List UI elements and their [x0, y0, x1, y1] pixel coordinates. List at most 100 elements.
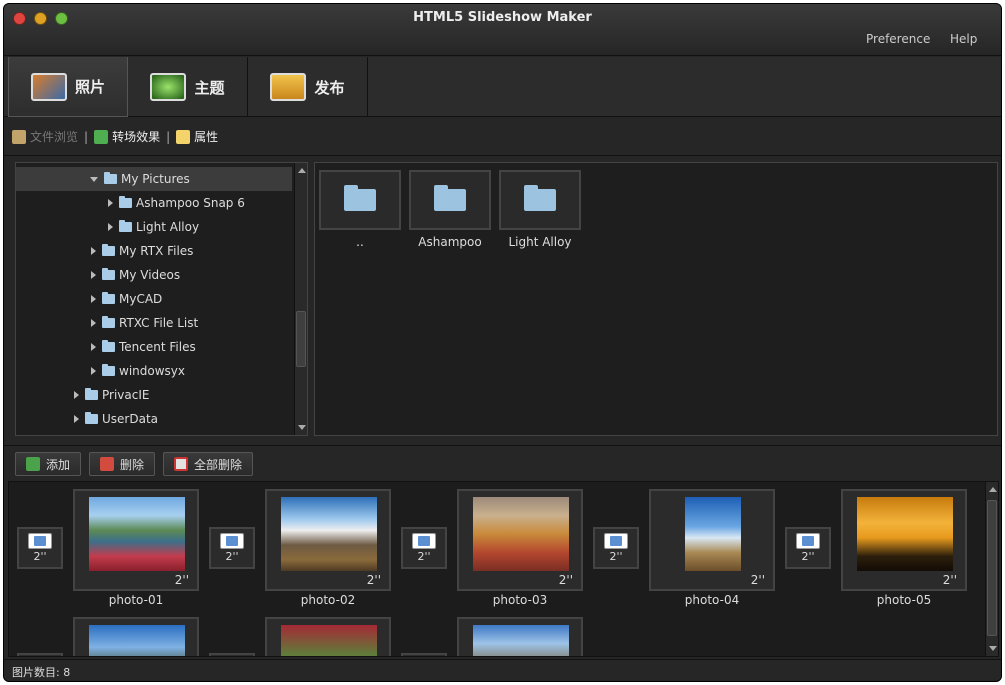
delete-button-label: 删除 [120, 457, 145, 472]
tree-item-userdata[interactable]: UserData [16, 407, 292, 431]
transition-slot[interactable] [401, 653, 447, 656]
slide-photo [89, 625, 185, 656]
tree-item-label: MyCAD [119, 292, 163, 306]
expand-arrow-icon[interactable] [91, 271, 96, 279]
slide-thumbnail[interactable]: 2'' [265, 489, 391, 591]
add-button[interactable]: 添加 [15, 452, 82, 476]
folder-tree: My Pictures Ashampoo Snap 6 Light Alloy … [15, 162, 308, 436]
transition-duration: 2'' [801, 550, 815, 563]
panel-splitter[interactable] [4, 438, 1001, 446]
delete-button[interactable]: 删除 [89, 452, 156, 476]
subtab-properties[interactable]: 属性 [176, 128, 218, 145]
transition-slot[interactable]: 2'' [593, 527, 639, 569]
strip-scroll-thumb[interactable] [987, 500, 997, 636]
expand-arrow-icon[interactable] [91, 319, 96, 327]
expand-arrow-icon[interactable] [91, 247, 96, 255]
tree-item-privacie[interactable]: PrivacIE [16, 383, 292, 407]
delete-all-button-label: 全部删除 [194, 457, 243, 472]
transition-cube-icon [604, 533, 628, 549]
transition-slot[interactable]: 2'' [17, 527, 63, 569]
slide-thumbnail[interactable] [265, 617, 391, 656]
subtab-transition-label: 转场效果 [112, 130, 161, 144]
folder-icon [102, 244, 115, 256]
subtab-file-browse[interactable]: 文件浏览 [12, 128, 78, 145]
folder-icon [102, 316, 115, 328]
scroll-up-arrow-icon[interactable] [298, 168, 306, 173]
slide-duration: 2'' [750, 573, 765, 587]
tree-item-mycad[interactable]: MyCAD [16, 287, 292, 311]
add-icon [26, 457, 40, 471]
transition-slot[interactable]: 2'' [785, 527, 831, 569]
expand-arrow-icon[interactable] [108, 199, 113, 207]
expand-arrow-icon[interactable] [91, 343, 96, 351]
tree-item-label: PrivacIE [102, 388, 150, 402]
strip-scrollbar[interactable] [985, 482, 998, 656]
slide-thumbnail[interactable] [457, 617, 583, 656]
file-item-parent[interactable]: .. [319, 170, 401, 249]
trash-icon [174, 457, 189, 471]
tree-item-windowsyx[interactable]: windowsyx [16, 359, 292, 383]
transition-slot[interactable]: 2'' [401, 527, 447, 569]
folder-icon [102, 364, 115, 376]
action-bar: 添加 删除 全部删除 [4, 449, 1001, 479]
slide-thumbnail[interactable]: 2'' [841, 489, 967, 591]
transition-duration: 2'' [417, 550, 431, 563]
tree-item-my-rtx-files[interactable]: My RTX Files [16, 239, 292, 263]
tab-photos[interactable]: 照片 [8, 57, 128, 117]
scroll-down-arrow-icon[interactable] [298, 425, 306, 430]
expand-arrow-icon[interactable] [74, 415, 79, 423]
tree-item-rtxc-file-list[interactable]: RTXC File List [16, 311, 292, 335]
tree-item-my-videos[interactable]: My Videos [16, 263, 292, 287]
slide-thumbnail[interactable]: 2'' [649, 489, 775, 591]
tab-theme[interactable]: 主题 [128, 57, 248, 117]
transition-cube-icon [796, 533, 820, 549]
transition-slot[interactable] [17, 653, 63, 656]
expand-arrow-icon[interactable] [74, 391, 79, 399]
slide-strip: 2'' 2'' photo-01 2'' 2'' photo-02 2'' 2'… [8, 481, 999, 657]
tab-publish[interactable]: 发布 [248, 57, 368, 117]
tab-theme-label: 主题 [194, 78, 225, 97]
transition-slot[interactable] [209, 653, 255, 656]
tree-item-light-alloy[interactable]: Light Alloy [16, 215, 292, 239]
collapse-arrow-icon[interactable] [90, 176, 98, 182]
tree-item-ashampoo-snap[interactable]: Ashampoo Snap 6 [16, 191, 292, 215]
tree-item-label: Ashampoo Snap 6 [136, 196, 245, 210]
photos-icon [30, 72, 67, 101]
slide-caption: photo-03 [492, 593, 548, 607]
transition-duration: 2'' [609, 550, 623, 563]
scroll-up-arrow-icon[interactable] [989, 487, 997, 492]
slide-caption: photo-05 [876, 593, 932, 607]
file-item-ashampoo[interactable]: Ashampoo [409, 170, 491, 249]
tree-item-tencent-files[interactable]: Tencent Files [16, 335, 292, 359]
expand-arrow-icon[interactable] [91, 367, 96, 375]
slide-thumbnail[interactable]: 2'' [457, 489, 583, 591]
slide-photo [473, 497, 569, 571]
tree-scroll-thumb[interactable] [296, 311, 306, 367]
delete-all-button[interactable]: 全部删除 [163, 452, 254, 476]
tree-item-label: My Pictures [121, 172, 190, 186]
help-menu[interactable]: Help [950, 32, 977, 46]
transition-slot[interactable]: 2'' [209, 527, 255, 569]
folder-icon [119, 220, 132, 232]
expand-arrow-icon[interactable] [108, 223, 113, 231]
slide-caption: photo-01 [108, 593, 164, 607]
slide-photo [281, 497, 377, 571]
properties-icon [176, 129, 191, 144]
file-browse-icon [12, 129, 26, 144]
preference-menu[interactable]: Preference [866, 32, 930, 46]
tree-scrollbar[interactable] [294, 163, 307, 435]
subtab-transition[interactable]: 转场效果 [94, 128, 160, 145]
file-browser: .. Ashampoo Light Alloy [314, 162, 998, 436]
publish-icon [270, 73, 307, 101]
transition-duration: 2'' [225, 550, 239, 563]
scroll-down-arrow-icon[interactable] [989, 646, 997, 651]
tab-publish-label: 发布 [314, 78, 345, 97]
slide-photo [281, 625, 377, 656]
file-item-light-alloy[interactable]: Light Alloy [499, 170, 581, 249]
tree-item-my-pictures[interactable]: My Pictures [16, 167, 292, 191]
transition-icon [94, 129, 109, 144]
slide-thumbnail[interactable]: 2'' [73, 489, 199, 591]
folder-icon [102, 292, 115, 304]
expand-arrow-icon[interactable] [91, 295, 96, 303]
slide-thumbnail[interactable] [73, 617, 199, 656]
